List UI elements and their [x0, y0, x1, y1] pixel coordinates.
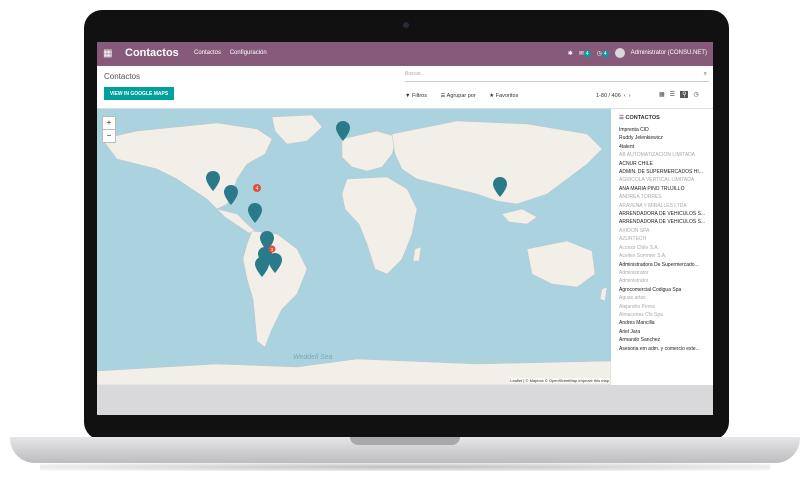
map-view-icon[interactable]: ⚲ [680, 91, 689, 98]
contact-list-item[interactable]: Andres Mancilla [612, 319, 713, 327]
pager-next-icon[interactable]: › [629, 93, 631, 99]
favorites-button[interactable]: ★ Favoritos [489, 93, 524, 99]
contact-list-item[interactable]: Administrator [612, 269, 713, 277]
chat-badge: 4 [583, 50, 591, 57]
avatar[interactable] [614, 48, 625, 58]
activity-icon[interactable]: ◷ 4 [597, 50, 609, 57]
contact-list-item[interactable]: Ruddy Jelenkiewicz [612, 134, 713, 142]
cluster-badge-label: 4 [256, 186, 259, 192]
menu-item-configuration[interactable]: Configuración [230, 50, 267, 56]
sidebar-title-label: CONTACTOS [625, 115, 660, 121]
filters-button[interactable]: ▼ Filtros [405, 93, 433, 99]
control-panel: Contactos Buscar... ⌕ VIEW IN GOOGLE MAP… [97, 66, 713, 109]
contact-list-item[interactable]: Alejandro Perea [612, 303, 713, 311]
zoom-in-button[interactable]: + [103, 117, 115, 129]
contact-list-item[interactable]: ARRENDADORA DE VEHICULOS S... [612, 218, 713, 226]
zoom-out-button[interactable]: − [103, 129, 115, 142]
breadcrumb: Contactos [104, 72, 141, 81]
contact-list-item[interactable]: ARRENDADORA DE VEHICULOS S... [612, 210, 713, 218]
sidebar-title: ☰ CONTACTOS [612, 109, 713, 126]
contact-list-item[interactable]: Acceso Chile S.A. [612, 244, 713, 252]
main-menu: Contactos Configuración [194, 50, 274, 56]
top-navbar: ▦ Contactos Contactos Configuración ✱ ✉ 4… [97, 42, 713, 66]
activity-view-icon[interactable]: ◷ [693, 91, 698, 98]
view-in-google-maps-button[interactable]: VIEW IN GOOGLE MAPS [104, 87, 174, 100]
contact-list: Imprenta CID Ruddy Jelenkiewicz 4talent AB … [612, 126, 713, 353]
pager-value[interactable]: 1-80 / 406 [596, 93, 621, 99]
contact-list-item[interactable]: Administrator [612, 277, 713, 285]
groupby-label: Agrupar por [446, 93, 476, 99]
laptop-notch [350, 437, 460, 445]
map[interactable]: 4 3 + − Weddell Sea Leaflet | © Mapbox ©… [97, 109, 611, 385]
contact-list-item[interactable]: ANDREA TORRES [612, 193, 713, 201]
contact-list-item[interactable]: AGRICOLA VERTICAL LIMITADA [612, 176, 713, 184]
groupby-button[interactable]: ☰ Agrupar por [441, 93, 482, 99]
search-options: ▼ Filtros ☰ Agrupar por ★ Favoritos [405, 93, 530, 99]
pager: 1-80 / 406 ‹ › [596, 93, 631, 99]
contact-list-item[interactable]: 4talent [612, 143, 713, 151]
chat-icon[interactable]: ✉ 4 [579, 50, 591, 57]
camera-icon [403, 22, 409, 28]
map-marker[interactable] [248, 203, 262, 223]
contact-list-item[interactable]: Almacenes Cfx Spa [612, 311, 713, 319]
contact-list-item[interactable]: Agrocomercial Codigua Spa [612, 286, 713, 294]
map-attribution[interactable]: Leaflet | © Mapbox © OpenStreetMap Impro… [510, 378, 609, 383]
search-placeholder: Buscar... [405, 71, 425, 77]
contact-list-item[interactable]: Imprenta CID [612, 126, 713, 134]
contacts-sidebar: ☰ CONTACTOS Imprenta CID Ruddy Jelenkiewi… [612, 109, 713, 385]
list-view-icon[interactable]: ☰ [670, 91, 675, 98]
search-input[interactable]: Buscar... ⌕ [405, 71, 709, 82]
app-title: Contactos [125, 47, 179, 59]
contact-list-item[interactable]: ADMIN. DE SUPERMERCADOS HI... [612, 168, 713, 176]
contact-list-item[interactable]: AXIOON SPA [612, 227, 713, 235]
zoom-control: + − [102, 116, 116, 143]
contact-list-item[interactable]: AB AUTOMATIZACION LIMITADA [612, 151, 713, 159]
apps-menu-icon[interactable]: ▦ [103, 48, 112, 59]
screen-bottom-area [97, 385, 713, 415]
activity-badge: 4 [601, 50, 609, 57]
favorites-label: Favoritos [495, 93, 519, 99]
contact-list-item[interactable]: Ariel Jara [612, 328, 713, 336]
ocean-label: Weddell Sea [293, 354, 333, 361]
contact-list-item[interactable]: ACNUR CHILE [612, 160, 713, 168]
contact-list-item[interactable]: AZURTECH [612, 235, 713, 243]
contact-list-item[interactable]: Asesoria em adm. y comercio exte... [612, 345, 713, 353]
view-switcher: ▦ ☰ ⚲ ◷ [659, 91, 699, 98]
contact-list-item[interactable]: ARAVENA Y MIRALLES LTDA [612, 202, 713, 210]
contact-list-item[interactable]: Aceites Sommer S.A. [612, 252, 713, 260]
filters-label: Filtros [411, 93, 427, 99]
map-land: 4 3 [97, 114, 611, 385]
screen: ▦ Contactos Contactos Configuración ✱ ✉ 4… [97, 42, 713, 415]
contact-list-item[interactable]: Administradora De Supermercado... [612, 261, 713, 269]
kanban-view-icon[interactable]: ▦ [659, 91, 665, 98]
laptop-shadow [40, 463, 770, 471]
search-icon[interactable]: ⌕ [704, 71, 707, 78]
contact-list-item[interactable]: Armando Sanchez [612, 336, 713, 344]
list-icon: ☰ [619, 115, 624, 121]
systray: ✱ ✉ 4 ◷ 4 Administrator (CONSU.NET) [568, 48, 707, 58]
menu-item-contacts[interactable]: Contactos [194, 50, 221, 56]
pager-previous-icon[interactable]: ‹ [622, 93, 627, 99]
user-name[interactable]: Administrator (CONSU.NET) [631, 50, 707, 56]
contact-list-item[interactable]: Aguas artas [612, 294, 713, 302]
contact-list-item[interactable]: ANA MARIA PINO TRUJILLO [612, 185, 713, 193]
bug-icon[interactable]: ✱ [568, 50, 573, 57]
